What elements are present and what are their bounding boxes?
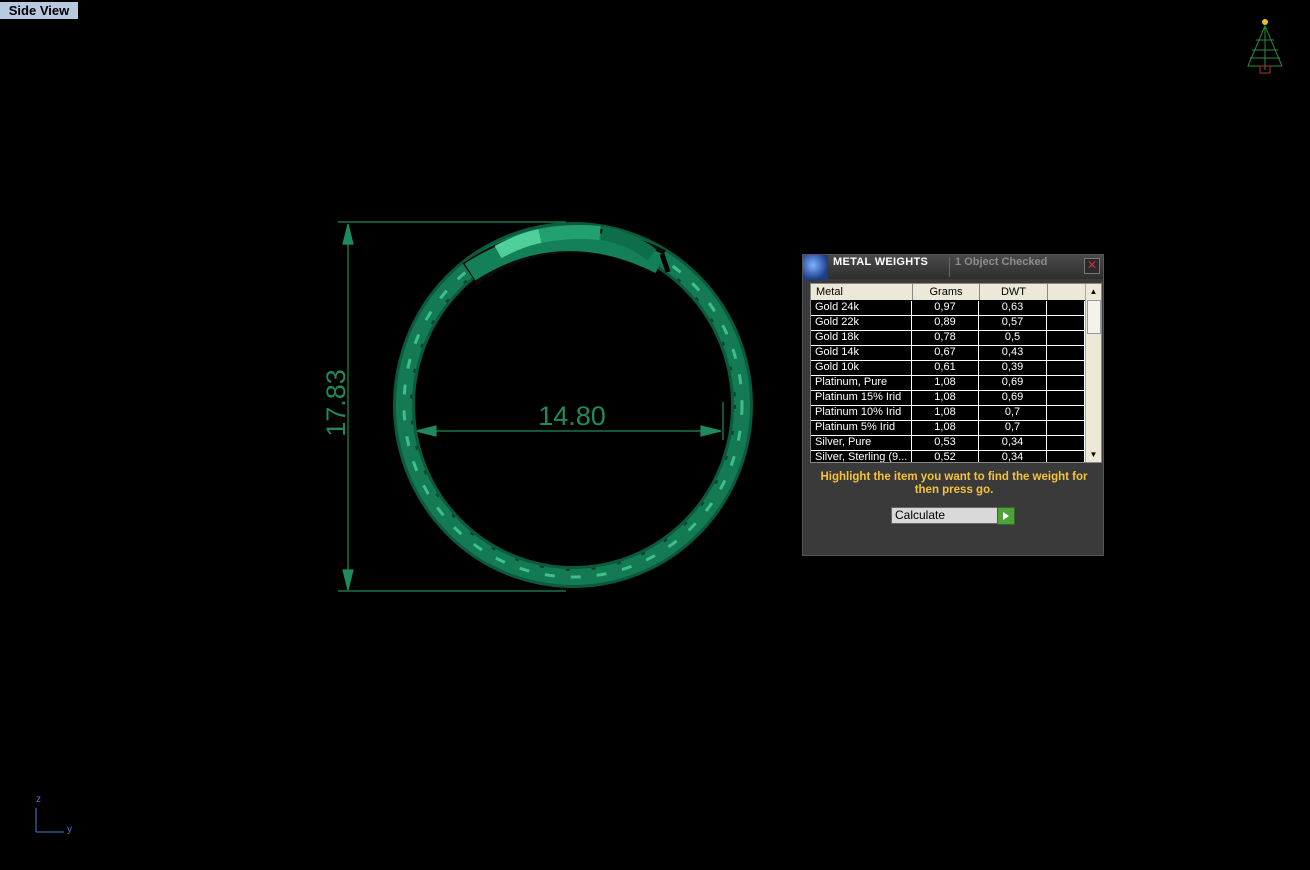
grams-cell: 0,89 xyxy=(912,316,979,330)
table-row[interactable]: Gold 24k 0,97 0,63 xyxy=(811,301,1085,316)
empty-cell xyxy=(1047,346,1085,360)
calculate-select[interactable]: Calculate xyxy=(891,507,1000,524)
grams-cell: 1,08 xyxy=(912,406,979,420)
grams-cell: 1,08 xyxy=(912,391,979,405)
metal-weights-panel: METAL WEIGHTS 1 Object Checked ✕ Metal G… xyxy=(802,254,1104,556)
dwt-cell: 0,5 xyxy=(979,331,1047,345)
table-row[interactable]: Platinum 10% Irid 1,08 0,7 xyxy=(811,406,1085,421)
grams-cell: 0,53 xyxy=(912,436,979,450)
empty-cell xyxy=(1047,361,1085,375)
metal-cell: Gold 14k xyxy=(811,346,912,360)
metal-cell: Gold 24k xyxy=(811,301,912,315)
metal-cell: Gold 22k xyxy=(811,316,912,330)
column-header-dwt[interactable]: DWT xyxy=(980,284,1048,300)
metal-table: Metal Grams DWT Gold 24k 0,97 0,63 Gold 22k… xyxy=(810,283,1102,463)
grams-cell: 1,08 xyxy=(912,421,979,435)
dwt-cell: 0,39 xyxy=(979,361,1047,375)
dwt-cell: 0,69 xyxy=(979,376,1047,390)
grams-cell: 0,52 xyxy=(912,451,979,462)
scroll-thumb[interactable] xyxy=(1087,300,1101,334)
empty-cell xyxy=(1047,301,1085,315)
table-row[interactable]: Silver, Sterling (9... 0,52 0,34 xyxy=(811,451,1085,462)
scroll-down-icon[interactable]: ▼ xyxy=(1086,447,1101,462)
grams-cell: 1,08 xyxy=(912,376,979,390)
grams-cell: 0,61 xyxy=(912,361,979,375)
table-row[interactable]: Silver, Pure 0,53 0,34 xyxy=(811,436,1085,451)
column-header-empty xyxy=(1048,284,1085,300)
app-logo-icon xyxy=(803,255,828,280)
dwt-cell: 0,7 xyxy=(979,406,1047,420)
column-header-grams[interactable]: Grams xyxy=(913,284,980,300)
table-row[interactable]: Platinum, Pure 1,08 0,69 xyxy=(811,376,1085,391)
width-label: 14.80 xyxy=(538,401,606,431)
dwt-cell: 0,63 xyxy=(979,301,1047,315)
empty-cell xyxy=(1047,391,1085,405)
empty-cell xyxy=(1047,406,1085,420)
arrow-left-icon xyxy=(415,425,437,437)
metal-cell: Platinum 15% Irid xyxy=(811,391,912,405)
table-row[interactable]: Gold 22k 0,89 0,57 xyxy=(811,316,1085,331)
dwt-cell: 0,57 xyxy=(979,316,1047,330)
help-text: Highlight the item you want to find the … xyxy=(820,471,1088,496)
table-body: Gold 24k 0,97 0,63 Gold 22k 0,89 0,57 Gold 18k… xyxy=(811,301,1085,462)
metal-cell: Platinum, Pure xyxy=(811,376,912,390)
table-scrollbar[interactable]: ▲ ▼ xyxy=(1085,284,1101,462)
metal-cell: Gold 18k xyxy=(811,331,912,345)
panel-status: 1 Object Checked xyxy=(955,256,1048,268)
axis-z-label: z xyxy=(36,794,41,805)
arrow-up-icon xyxy=(342,223,354,245)
dwt-cell: 0,34 xyxy=(979,451,1047,462)
viewport-scene: 17.83 14.80 xyxy=(35,19,1283,833)
panel-title: METAL WEIGHTS xyxy=(833,256,929,268)
table-row[interactable]: Platinum 5% Irid 1,08 0,7 xyxy=(811,421,1085,436)
empty-cell xyxy=(1047,451,1085,462)
height-label: 17.83 xyxy=(321,369,351,437)
scroll-up-icon[interactable]: ▲ xyxy=(1086,284,1101,299)
table-row[interactable]: Gold 14k 0,67 0,43 xyxy=(811,346,1085,361)
empty-cell xyxy=(1047,421,1085,435)
close-icon[interactable]: ✕ xyxy=(1084,258,1100,274)
axis-y-label: y xyxy=(67,824,72,835)
grams-cell: 0,67 xyxy=(912,346,979,360)
empty-cell xyxy=(1047,436,1085,450)
table-row[interactable]: Gold 18k 0,78 0,5 xyxy=(811,331,1085,346)
arrow-right-icon xyxy=(700,425,722,437)
metal-cell: Platinum 5% Irid xyxy=(811,421,912,435)
table-row[interactable]: Gold 10k 0,61 0,39 xyxy=(811,361,1085,376)
metal-cell: Gold 10k xyxy=(811,361,912,375)
dwt-cell: 0,7 xyxy=(979,421,1047,435)
table-row[interactable]: Platinum 15% Irid 1,08 0,69 xyxy=(811,391,1085,406)
metal-cell: Platinum 10% Irid xyxy=(811,406,912,420)
empty-cell xyxy=(1047,331,1085,345)
metal-cell: Silver, Pure xyxy=(811,436,912,450)
empty-cell xyxy=(1047,376,1085,390)
dwt-cell: 0,34 xyxy=(979,436,1047,450)
grams-cell: 0,78 xyxy=(912,331,979,345)
grams-cell: 0,97 xyxy=(912,301,979,315)
empty-cell xyxy=(1047,316,1085,330)
table-header: Metal Grams DWT xyxy=(811,284,1085,300)
arrow-down-icon xyxy=(342,569,354,591)
header-divider xyxy=(949,257,950,277)
metal-cell: Silver, Sterling (9... xyxy=(811,451,912,462)
axis-indicator xyxy=(35,808,64,833)
go-button[interactable] xyxy=(997,507,1015,525)
tree-icon xyxy=(1247,19,1283,74)
dwt-cell: 0,43 xyxy=(979,346,1047,360)
panel-header[interactable]: METAL WEIGHTS 1 Object Checked ✕ xyxy=(803,255,1103,280)
dwt-cell: 0,69 xyxy=(979,391,1047,405)
column-header-metal[interactable]: Metal xyxy=(811,284,913,300)
